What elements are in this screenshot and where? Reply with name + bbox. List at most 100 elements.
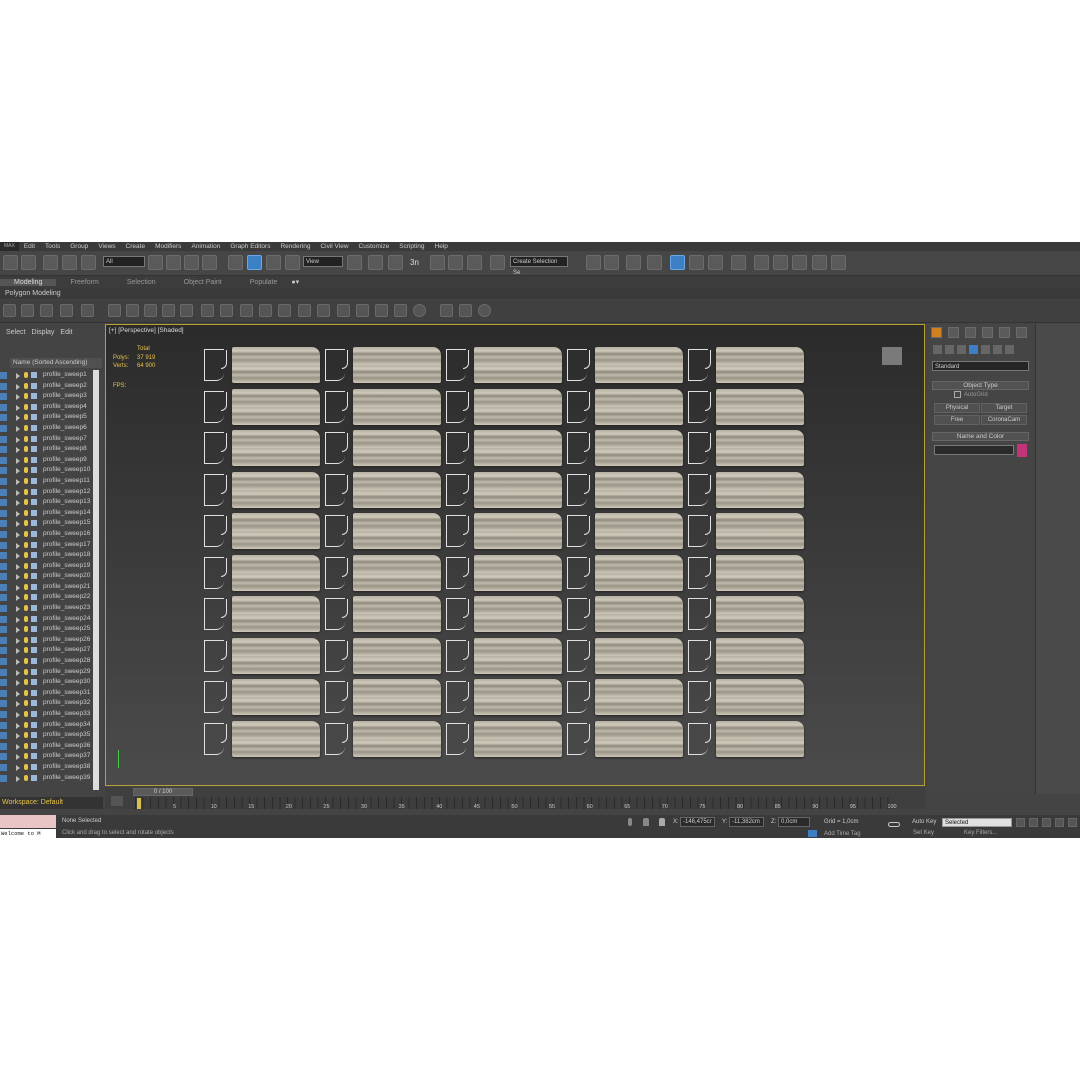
- expand-arrow-icon[interactable]: [16, 510, 20, 517]
- list-item[interactable]: profile_sweep27: [0, 645, 103, 656]
- moulding-profile-outline[interactable]: [688, 556, 711, 589]
- sync-selection-icon[interactable]: [394, 304, 407, 317]
- light-bulb-icon[interactable]: [24, 509, 28, 516]
- light-bulb-icon[interactable]: [24, 382, 28, 389]
- menu-create[interactable]: Create: [126, 243, 146, 250]
- light-bulb-icon[interactable]: [24, 446, 28, 453]
- toggle-layer-explorer-icon[interactable]: [647, 255, 662, 270]
- invert-selection-icon[interactable]: [60, 304, 73, 317]
- light-bulb-icon[interactable]: [24, 658, 28, 665]
- moulding-profile-outline[interactable]: [688, 598, 711, 630]
- moulding-profile-outline[interactable]: [688, 639, 711, 672]
- cameras-category-icon[interactable]: [969, 345, 978, 354]
- list-item[interactable]: profile_sweep12: [0, 487, 103, 498]
- moulding-mesh[interactable]: [595, 720, 683, 757]
- expand-arrow-icon[interactable]: [16, 500, 20, 507]
- select-all-icon[interactable]: [21, 304, 34, 317]
- list-item[interactable]: profile_sweep6: [0, 423, 103, 434]
- moulding-profile-outline[interactable]: [567, 390, 590, 423]
- moulding-mesh[interactable]: [716, 679, 804, 715]
- moulding-profile-outline[interactable]: [325, 598, 348, 630]
- expand-arrow-icon[interactable]: [16, 648, 20, 655]
- undo-icon[interactable]: [3, 255, 18, 270]
- light-bulb-icon[interactable]: [24, 594, 28, 601]
- rotate-icon[interactable]: [247, 255, 262, 270]
- expand-arrow-icon[interactable]: [16, 415, 20, 422]
- expand-arrow-icon[interactable]: [16, 627, 20, 634]
- moulding-profile-outline[interactable]: [204, 473, 227, 506]
- expand-arrow-icon[interactable]: [16, 542, 20, 549]
- maxscript-listener[interactable]: [0, 815, 56, 828]
- auto-key-button[interactable]: Auto Key: [912, 819, 936, 825]
- display-helpers-icon[interactable]: [180, 304, 193, 317]
- expand-arrow-icon[interactable]: [16, 383, 20, 390]
- moulding-mesh[interactable]: [716, 347, 804, 383]
- expand-arrow-icon[interactable]: [16, 595, 20, 602]
- freeze-icon[interactable]: [31, 414, 37, 421]
- freeze-icon[interactable]: [31, 446, 37, 453]
- freeze-icon[interactable]: [31, 435, 37, 442]
- moulding-mesh[interactable]: [595, 554, 683, 591]
- list-item[interactable]: profile_sweep24: [0, 614, 103, 625]
- light-bulb-icon[interactable]: [24, 552, 28, 559]
- scale-icon[interactable]: [266, 255, 281, 270]
- moulding-mesh[interactable]: [232, 679, 320, 715]
- absolute-mode-icon[interactable]: [659, 818, 665, 826]
- freeze-icon[interactable]: [31, 594, 37, 601]
- moulding-mesh[interactable]: [474, 554, 562, 591]
- freeze-icon[interactable]: [31, 615, 37, 622]
- expand-arrow-icon[interactable]: [16, 764, 20, 771]
- tab-populate[interactable]: Populate: [236, 279, 292, 286]
- list-item[interactable]: profile_sweep16: [0, 529, 103, 540]
- display-lights-icon[interactable]: [144, 304, 157, 317]
- moulding-profile-outline[interactable]: [688, 515, 711, 547]
- menu-animation[interactable]: Animation: [191, 243, 220, 250]
- perspective-viewport[interactable]: [+] [Perspective] [Shaded] Total Polys: 3…: [105, 324, 925, 786]
- moulding-mesh[interactable]: [716, 430, 804, 466]
- curve-editor-icon[interactable]: [689, 255, 704, 270]
- moulding-profile-outline[interactable]: [567, 556, 590, 589]
- moulding-profile-outline[interactable]: [446, 639, 469, 672]
- light-bulb-icon[interactable]: [24, 467, 28, 474]
- moulding-mesh[interactable]: [232, 554, 320, 591]
- autogrid-checkbox-box[interactable]: [954, 391, 961, 398]
- move-icon[interactable]: [228, 255, 243, 270]
- freeze-icon[interactable]: [31, 530, 37, 537]
- freeze-icon[interactable]: [31, 700, 37, 707]
- list-item[interactable]: profile_sweep38: [0, 762, 103, 773]
- light-bulb-icon[interactable]: [24, 711, 28, 717]
- light-bulb-icon[interactable]: [24, 668, 28, 675]
- render-iterative-icon[interactable]: [812, 255, 827, 270]
- moulding-profile-outline[interactable]: [446, 722, 469, 755]
- freeze-icon[interactable]: [31, 742, 37, 749]
- camera-type-dropdown[interactable]: Standard: [932, 361, 1029, 371]
- light-bulb-icon[interactable]: [24, 774, 28, 781]
- expand-arrow-icon[interactable]: [16, 584, 20, 591]
- expand-arrow-icon[interactable]: [16, 468, 20, 475]
- help-icon[interactable]: [413, 304, 426, 317]
- freeze-icon[interactable]: [31, 711, 37, 717]
- light-bulb-icon[interactable]: [24, 573, 28, 580]
- list-item[interactable]: profile_sweep19: [0, 561, 103, 572]
- moulding-profile-outline[interactable]: [567, 681, 590, 713]
- menu-scripting[interactable]: Scripting: [399, 243, 424, 250]
- freeze-icon[interactable]: [31, 658, 37, 665]
- moulding-profile-outline[interactable]: [204, 349, 227, 381]
- freeze-icon[interactable]: [31, 456, 37, 463]
- moulding-mesh[interactable]: [474, 637, 562, 674]
- light-bulb-icon[interactable]: [24, 424, 28, 431]
- freeze-icon[interactable]: [31, 583, 37, 590]
- moulding-profile-outline[interactable]: [325, 473, 348, 506]
- moulding-profile-outline[interactable]: [567, 598, 590, 630]
- light-bulb-icon[interactable]: [24, 530, 28, 537]
- moulding-profile-outline[interactable]: [446, 681, 469, 713]
- previous-frame-icon[interactable]: [1029, 818, 1038, 827]
- select-object-icon[interactable]: [148, 255, 163, 270]
- moulding-mesh[interactable]: [353, 720, 441, 757]
- hierarchy-tab-icon[interactable]: [965, 327, 976, 338]
- freeze-icon[interactable]: [31, 467, 37, 474]
- set-key-button[interactable]: Set Key: [913, 830, 934, 836]
- moulding-profile-outline[interactable]: [325, 639, 348, 672]
- tab-display[interactable]: Display: [31, 329, 54, 336]
- moulding-profile-outline[interactable]: [204, 598, 227, 630]
